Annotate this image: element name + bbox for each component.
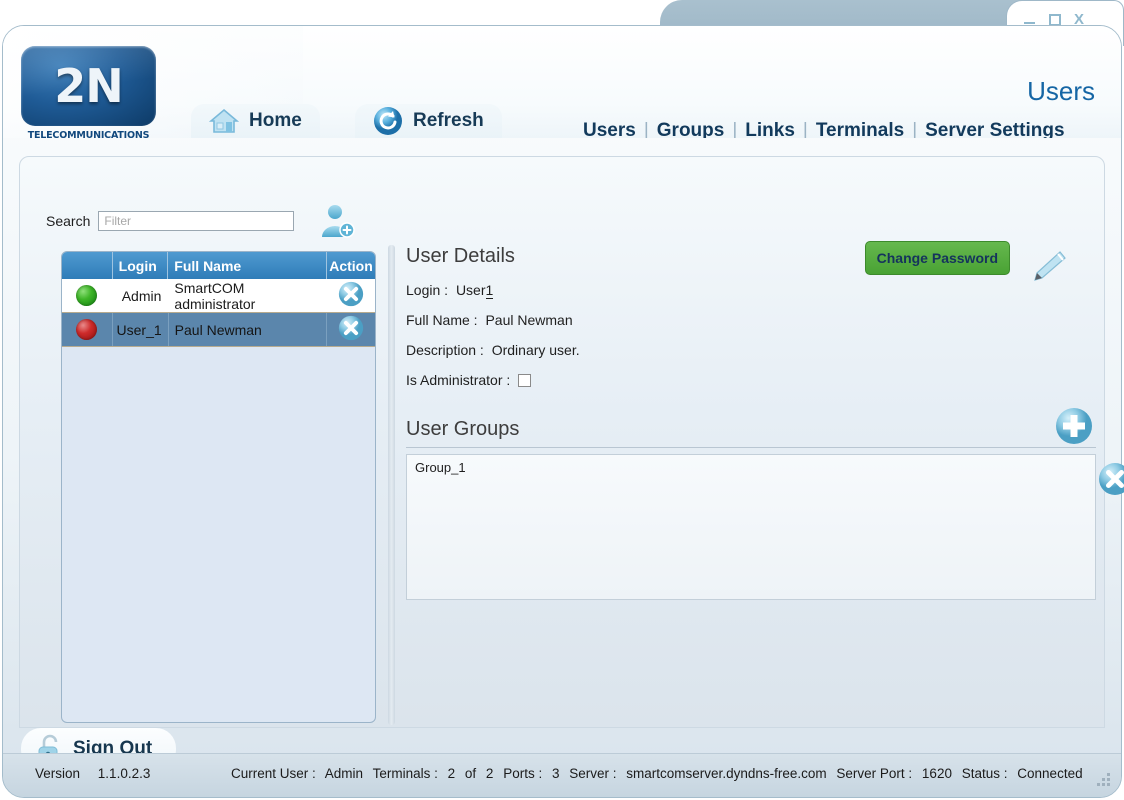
nav-separator: | [732,120,738,138]
nav-separator: | [802,120,808,138]
field-login: Login : User1 [406,282,1096,299]
status-server-port-value: 1620 [921,766,952,781]
status-current-user-label: Current User : [231,766,316,781]
user-details-pane: User Details Change Password Login : Use… [406,241,1124,600]
resize-grip[interactable] [1097,773,1111,787]
row-status-cell [62,279,112,312]
app-header: 2N TELECOMMUNICATIONS Home Refresh Users… [3,26,1121,138]
row-full-name-cell: Paul Newman [167,313,327,346]
status-terminals-label: Terminals : [372,766,438,781]
status-server-label: Server : [569,766,617,781]
nav-item-server-settings[interactable]: Server Settings [925,120,1064,138]
application-window: X 2N TELECOMMUNICATIONS Home Refresh Use… [0,0,1124,800]
main-navigation: Users | Groups | Links | Terminals | Ser… [583,120,1065,138]
field-full-name-value: Paul Newman [485,312,573,328]
search-label: Search [46,213,91,229]
refresh-button-label: Refresh [413,110,484,131]
column-header-login[interactable]: Login [111,252,168,279]
row-status-cell [62,313,112,346]
row-login-cell: Admin [111,279,168,312]
field-login-label: Login : [406,282,449,298]
field-is-administrator-label: Is Administrator : [406,372,511,388]
home-button-label: Home [249,110,302,131]
content-panel: Search Filter Login Full Name Action Adm… [19,156,1124,728]
window-body: 2N TELECOMMUNICATIONS Home Refresh Users… [2,25,1124,798]
row-action-cell [326,279,375,312]
column-header-action: Action [326,252,375,279]
delete-icon[interactable] [337,314,365,345]
row-login-cell: User_1 [111,313,168,346]
nav-item-links[interactable]: Links [745,120,795,138]
status-ports-label: Ports : [503,766,543,781]
refresh-icon [373,106,403,136]
panel-splitter[interactable] [388,245,395,725]
field-is-administrator: Is Administrator : [406,372,1096,388]
column-header-status [62,252,112,279]
row-full-name-cell: SmartCOM administrator [167,279,326,312]
list-item[interactable]: Group_1 [407,455,1095,480]
status-connection-value: Connected [1017,766,1083,781]
status-terminals-value: 2 [447,766,456,781]
user-list-table[interactable]: Login Full Name Action Admin SmartCOM ad… [61,251,376,723]
home-button[interactable]: Home [191,104,320,138]
status-version: Version 1.1.0.2.3 [35,766,150,781]
pencil-icon[interactable] [1028,249,1068,285]
change-password-button[interactable]: Change Password [864,241,1010,275]
plus-icon[interactable] [1054,406,1094,446]
minimize-icon[interactable] [1024,14,1036,26]
nav-separator: | [643,120,649,138]
logo-text: 2N [54,59,124,113]
field-full-name: Full Name : Paul Newman [406,312,1096,328]
logo-tagline: TELECOMMUNICATIONS [27,130,150,138]
nav-separator: | [912,120,918,138]
status-current-user-value: Admin [324,766,364,781]
status-terminals-total: 2 [485,766,494,781]
status-led-icon [76,285,98,306]
brand-logo: 2N TELECOMMUNICATIONS [21,46,156,138]
delete-icon[interactable] [337,280,365,311]
table-row[interactable]: User_1 Paul Newman [62,313,375,347]
status-info: Current User : Admin Terminals : 2 of 2 … [231,766,1089,781]
search-row: Search [46,201,356,241]
user-groups-header: User Groups [406,408,1096,448]
nav-item-groups[interactable]: Groups [657,120,725,138]
nav-item-users[interactable]: Users [583,120,636,138]
status-led-icon [76,319,98,340]
logo-badge: 2N [21,46,156,126]
status-server-port-label: Server Port : [836,766,913,781]
is-administrator-checkbox[interactable] [518,374,532,387]
status-ports-value: 3 [551,766,560,781]
user-list-header: Login Full Name Action [62,252,375,279]
user-groups-title: User Groups [406,418,520,440]
table-row[interactable]: Admin SmartCOM administrator [62,279,375,313]
add-user-icon[interactable] [316,201,356,241]
nav-item-terminals[interactable]: Terminals [816,120,904,138]
row-action-cell [326,313,375,346]
field-full-name-label: Full Name : [406,312,478,328]
refresh-button[interactable]: Refresh [355,104,502,138]
status-version-value: 1.1.0.2.3 [97,766,151,781]
status-version-label: Version [35,766,81,781]
status-terminals-of: of [464,766,477,781]
status-bar: Version 1.1.0.2.3 Current User : Admin T… [3,753,1121,797]
field-login-value: User1 [455,282,494,299]
field-description: Description : Ordinary user. [406,342,1096,358]
status-server-value: smartcomserver.dyndns-free.com [626,766,827,781]
field-description-value: Ordinary user. [491,342,580,358]
column-header-full-name[interactable]: Full Name [167,252,326,279]
field-description-label: Description : [406,342,484,358]
status-connection-label: Status : [961,766,1008,781]
user-groups-list[interactable]: Group_1 [406,454,1124,600]
search-input[interactable] [98,211,295,231]
maximize-icon[interactable] [1049,13,1061,26]
page-title: Users [1027,76,1095,106]
home-icon [208,108,240,134]
delete-icon[interactable] [1097,461,1124,497]
